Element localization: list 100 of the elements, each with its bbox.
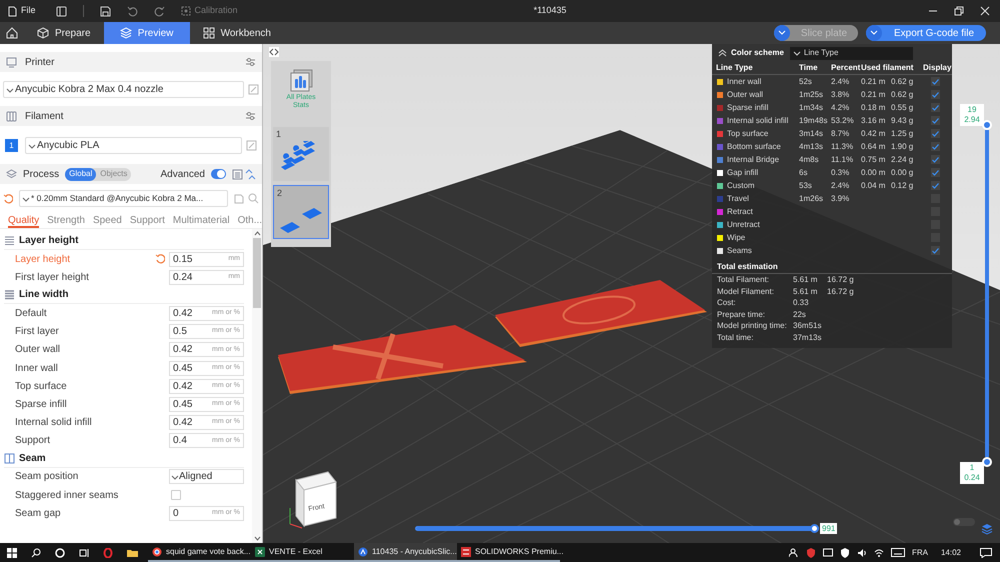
redo-icon[interactable] [154,6,165,16]
tab[interactable]: Prepare [24,22,104,44]
display-checkbox[interactable] [930,90,940,99]
stat-value: 11.1% [831,154,854,166]
preset-dropdown[interactable]: * 0.20mm Standard @Anycubic Kobra 2 Ma... [19,190,228,207]
tab[interactable]: Preview [104,22,190,44]
filament-slot-badge: 1 [5,139,18,152]
list-icon[interactable] [232,168,243,180]
stat-value: 1m34s [799,102,824,114]
display-checkbox[interactable] [930,142,940,151]
file-menu[interactable]: File [0,0,44,22]
save-icon[interactable] [100,6,111,16]
display-checkbox[interactable] [930,168,940,177]
display-checkbox[interactable] [930,103,940,112]
tab[interactable]: Workbench [190,22,284,44]
column-header: Used filament [861,62,914,74]
shield-icon[interactable] [806,548,816,558]
display-checkbox[interactable] [930,246,940,255]
collapse-icon[interactable] [269,47,279,57]
scroll-down-icon[interactable] [254,536,260,541]
reset-icon[interactable] [155,254,165,264]
restore-icon[interactable] [954,6,964,16]
view-toggle[interactable] [953,518,975,526]
stat-value: 4m13s [799,140,824,152]
collapse-up-icon[interactable] [718,49,727,57]
reset-icon[interactable] [3,194,13,204]
plate-thumbnail[interactable]: 2 [273,185,329,239]
setting-label: First layer height [15,270,89,285]
stat-value: 0.62 g [891,88,914,100]
windows-start-icon[interactable] [7,548,17,558]
column-header: Line Type [716,62,754,74]
volume-icon[interactable] [856,548,867,558]
grid-icon [202,27,215,39]
monitor-icon[interactable] [822,548,833,558]
stat-value: 9.43 g [891,114,914,126]
setting-label: Inner wall [15,362,58,376]
people-icon[interactable] [788,548,799,558]
settings-tab[interactable]: Support [130,213,165,228]
scope-tab[interactable]: Global [65,168,96,180]
move-value: 991 [820,523,838,534]
settings-tab[interactable]: Speed [92,213,122,228]
folder-icon[interactable] [127,548,138,558]
taskbar-app[interactable]: squid game vote back... [148,543,251,562]
chevron-icon [22,196,30,202]
total-value: 5.61 m [793,274,818,286]
settings-icon[interactable] [245,111,256,121]
stats-icon [289,69,313,93]
home-icon[interactable] [6,27,18,39]
preset-dropdown[interactable]: Anycubic Kobra 2 Max 0.4 nozzle [3,81,244,98]
close-icon[interactable] [980,6,990,16]
clock[interactable]: 14:02 [940,546,961,558]
display-checkbox[interactable] [930,77,940,86]
task-view-icon[interactable] [79,548,89,558]
stat-value: 0.04 m [861,180,886,192]
scrollbar-thumb[interactable] [253,238,261,308]
display-checkbox[interactable] [930,129,940,138]
language-indicator[interactable]: FRA [912,546,928,558]
search-icon[interactable] [31,548,41,558]
plate-thumbnail[interactable]: 1 [273,127,329,181]
total-label: Model Filament: [717,286,775,298]
layer-slider-track[interactable] [985,130,989,457]
scroll-up-icon[interactable] [254,231,260,236]
printer-heading: Printer [25,56,54,70]
undo-icon[interactable] [126,6,138,16]
total-label: Total time: [717,332,754,344]
preset-dropdown[interactable]: Anycubic PLA [25,137,242,154]
stat-value: 0.75 m [861,154,886,166]
browser-icon [152,546,162,556]
scheme-dropdown[interactable]: Line Type [790,46,913,60]
process-heading: Process [23,168,60,182]
notification-icon[interactable] [980,548,992,558]
settings-tab[interactable]: Quality [8,213,40,228]
column-header: Time [799,62,819,74]
taskbar-app[interactable]: 110435 - AnycubicSlic... [354,543,457,562]
wifi-icon[interactable] [874,548,884,558]
stat-value: 2.4% [831,76,850,88]
stat-value: 4.2% [831,102,850,114]
security-icon[interactable] [840,548,850,558]
line-type-label: Retract [727,206,754,218]
circle-icon[interactable] [55,548,65,558]
keyboard-icon[interactable] [890,548,905,557]
settings-tab[interactable]: Multimaterial [172,213,230,228]
advanced-switch[interactable] [211,169,226,179]
total-weight: 16.72 g [827,274,855,286]
settings-tab[interactable]: Oth... [238,213,262,228]
display-checkbox[interactable] [930,181,940,190]
scrollbar[interactable] [252,229,262,543]
layers-icon[interactable] [981,523,993,535]
settings-tab[interactable]: Strength [47,213,85,228]
stat-value: 53.2% [831,114,855,126]
display-checkbox[interactable] [930,116,940,125]
export-gcode-button[interactable]: Export G-code file [866,25,986,41]
sidebar-icon[interactable] [56,6,67,16]
total-value: 36m51s [793,320,822,332]
line-type-label: Internal Bridge [727,154,780,166]
dropdown-field[interactable]: Aligned [169,469,244,484]
display-checkbox[interactable] [930,155,940,164]
settings-icon[interactable] [245,57,256,67]
checkbox[interactable] [171,490,181,500]
filament-icon [6,110,17,122]
